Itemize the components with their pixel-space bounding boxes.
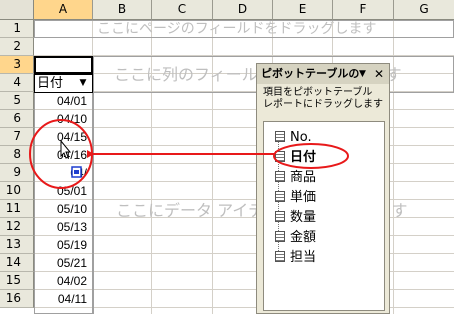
dropdown-arrow-icon[interactable]: ▼ xyxy=(75,76,91,91)
row-item-cell[interactable]: 04/01 xyxy=(34,92,93,110)
row-header-2[interactable]: 2 xyxy=(0,38,34,56)
row-item-cell[interactable]: 04/16 xyxy=(34,146,93,164)
field-icon xyxy=(275,251,285,262)
panel-description: 項目をピボットテーブル レポートにドラッグします xyxy=(263,87,383,110)
column-header-b[interactable]: B xyxy=(93,0,152,20)
page-field-drop-area[interactable]: ここにページのフィールドをドラッグします xyxy=(34,20,454,38)
panel-title-bar[interactable]: ピボットテーブルの ▼ ✕ xyxy=(257,64,389,84)
row-header-12[interactable]: 12 xyxy=(0,218,34,236)
field-icon xyxy=(275,151,285,162)
field-label: 担当 xyxy=(290,250,317,265)
field-item-date[interactable]: 日付 xyxy=(275,148,316,168)
row-item-cell[interactable]: 04/10 xyxy=(34,110,93,128)
row-header-9[interactable]: 9 xyxy=(0,164,34,182)
row-header-3[interactable]: 3 xyxy=(0,56,34,74)
panel-title: ピボットテーブルの xyxy=(261,67,360,80)
pivot-field-list-panel[interactable]: ピボットテーブルの ▼ ✕ 項目をピボットテーブル レポートにドラッグします N… xyxy=(256,63,390,314)
field-item-person[interactable]: 担当 xyxy=(275,248,316,268)
field-list-box[interactable]: No. 日付 商品 単価 数量 金額 担当 xyxy=(263,121,385,311)
row-item-cell[interactable]: 05/21 xyxy=(34,254,93,272)
row-item-cell[interactable]: 04/02 xyxy=(34,272,93,290)
row-item-cell[interactable]: 05/13 xyxy=(34,218,93,236)
row-item-cell[interactable]: 05/19 xyxy=(34,236,93,254)
spreadsheet[interactable]: A B C D E F G 1 2 3 4 5 6 7 8 9 10 11 12… xyxy=(0,0,454,314)
row-header-10[interactable]: 10 xyxy=(0,182,34,200)
field-icon xyxy=(275,231,285,242)
row-item-cell[interactable]: 05/10 xyxy=(34,200,93,218)
row-header-14[interactable]: 14 xyxy=(0,254,34,272)
select-all-corner[interactable] xyxy=(0,0,34,20)
row-header-8[interactable]: 8 xyxy=(0,146,34,164)
column-header-e[interactable]: E xyxy=(273,0,333,20)
field-label: 数量 xyxy=(290,210,317,225)
field-icon xyxy=(275,191,285,202)
field-label: No. xyxy=(290,130,312,145)
active-cell-a3[interactable] xyxy=(34,56,93,74)
column-header-a[interactable]: A xyxy=(34,0,93,20)
field-label: 金額 xyxy=(290,230,317,245)
row-header-16[interactable]: 16 xyxy=(0,290,34,308)
row-header-1[interactable]: 1 xyxy=(0,20,34,38)
row-item-cell[interactable]: 05/01 xyxy=(34,182,93,200)
field-item-quantity[interactable]: 数量 xyxy=(275,208,316,228)
field-item-unit-price[interactable]: 単価 xyxy=(275,188,316,208)
row-header-13[interactable]: 13 xyxy=(0,236,34,254)
field-icon xyxy=(275,171,285,182)
row-header-7[interactable]: 7 xyxy=(0,128,34,146)
row-item-cell[interactable]: 04/15 xyxy=(34,128,93,146)
field-icon xyxy=(275,211,285,222)
field-item-no[interactable]: No. xyxy=(275,128,312,148)
row-field-header[interactable]: 日付 ▼ xyxy=(34,74,93,93)
row-field-label: 日付 xyxy=(37,76,64,91)
field-item-amount[interactable]: 金額 xyxy=(275,228,316,248)
column-header-d[interactable]: D xyxy=(213,0,273,20)
row-header-5[interactable]: 5 xyxy=(0,92,34,110)
column-header-c[interactable]: C xyxy=(152,0,213,20)
close-icon[interactable]: ✕ xyxy=(374,64,384,84)
field-label: 単価 xyxy=(290,190,317,205)
field-label: 日付 xyxy=(290,150,317,165)
row-item-cell[interactable]: 04/ xyxy=(34,164,93,182)
row-header-15[interactable]: 15 xyxy=(0,272,34,290)
field-icon xyxy=(275,131,285,142)
column-header-g[interactable]: G xyxy=(394,0,454,20)
row-header-4[interactable]: 4 xyxy=(0,74,34,92)
field-label: 商品 xyxy=(290,170,317,185)
row-header-11[interactable]: 11 xyxy=(0,200,34,218)
column-header-f[interactable]: F xyxy=(333,0,394,20)
row-header-6[interactable]: 6 xyxy=(0,110,34,128)
row-item-cell[interactable]: 04/11 xyxy=(34,290,93,308)
panel-menu-icon[interactable]: ▼ xyxy=(359,64,366,84)
field-item-product[interactable]: 商品 xyxy=(275,168,316,188)
